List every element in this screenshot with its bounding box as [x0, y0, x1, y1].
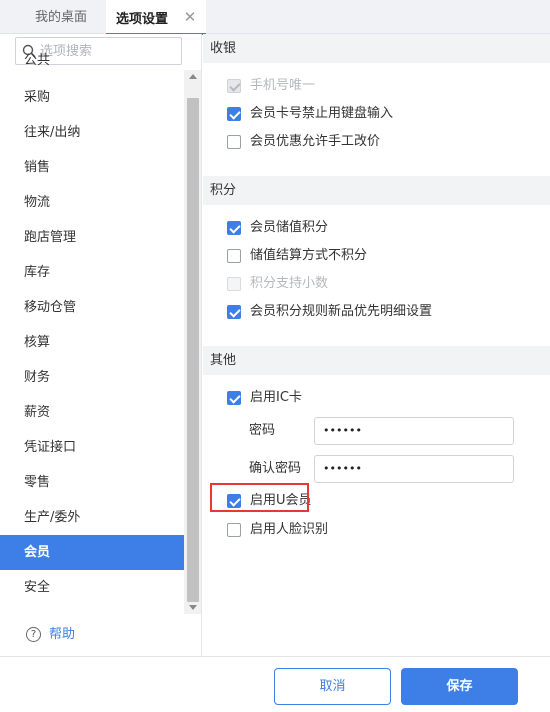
option-label: 储值结算方式不积分 [250, 248, 368, 263]
scrollbar-thumb[interactable] [187, 98, 199, 602]
option-label: 会员积分规则新品优先明细设置 [250, 304, 433, 319]
sidebar-item-payroll[interactable]: 薪资 [0, 395, 184, 430]
sidebar-item-production-outsourcing[interactable]: 生产/委外 [0, 500, 184, 535]
sidebar-item-purchase[interactable]: 采购 [0, 80, 184, 115]
sidebar: 公共 采购 往来/出纳 销售 物流 跑店管理 库存 移动仓管 核算 财务 薪资 … [0, 34, 202, 656]
checkbox[interactable] [227, 523, 241, 537]
sidebar-item-mobile-warehouse[interactable]: 移动仓管 [0, 290, 184, 325]
checkbox[interactable] [227, 305, 241, 319]
checkbox[interactable] [227, 221, 241, 235]
section-title-points: 积分 [203, 176, 550, 205]
sidebar-item-label: 销售 [24, 160, 51, 175]
tab-my-desktop[interactable]: 我的桌面 [35, 0, 87, 34]
sidebar-item-label: 跑店管理 [24, 230, 77, 245]
footer: 取消 保存 [0, 656, 550, 712]
sidebar-item-label: 凭证接口 [24, 440, 77, 455]
sidebar-item-security[interactable]: 安全 [0, 570, 184, 605]
option-label: 积分支持小数 [250, 276, 329, 291]
sidebar-item-label: 核算 [24, 335, 51, 350]
sidebar-item-accounts-cashier[interactable]: 往来/出纳 [0, 115, 184, 150]
checkbox[interactable] [227, 249, 241, 263]
sidebar-item-label: 财务 [24, 370, 51, 385]
sidebar-scrollbar[interactable] [184, 70, 201, 614]
checkbox[interactable] [227, 391, 241, 405]
sidebar-item-label: 公共 [24, 53, 51, 68]
cancel-button[interactable]: 取消 [274, 668, 391, 705]
option-label: 会员储值积分 [250, 220, 329, 235]
sidebar-item-label: 采购 [24, 90, 51, 105]
sidebar-item-label: 零售 [24, 475, 51, 490]
sidebar-item-inventory[interactable]: 库存 [0, 255, 184, 290]
sidebar-item-sales[interactable]: 销售 [0, 150, 184, 185]
option-label: 会员优惠允许手工改价 [250, 134, 381, 149]
sidebar-item-label: 往来/出纳 [24, 125, 81, 140]
sidebar-item-label: 移动仓管 [24, 300, 77, 315]
sidebar-item-label: 薪资 [24, 405, 51, 420]
sidebar-item-store-visit[interactable]: 跑店管理 [0, 220, 184, 255]
option-label: 会员卡号禁止用键盘输入 [250, 106, 394, 121]
close-icon[interactable]: ✕ [182, 9, 198, 25]
sidebar-nav: 公共 采购 往来/出纳 销售 物流 跑店管理 库存 移动仓管 核算 财务 薪资 … [0, 53, 184, 605]
checkbox [227, 79, 241, 93]
option-label: 启用人脸识别 [250, 522, 329, 537]
help-label: 帮助 [49, 627, 76, 642]
section-title-other: 其他 [203, 346, 550, 375]
sidebar-item-label: 库存 [24, 265, 51, 280]
highlight-box [210, 483, 309, 512]
section-title-cashier: 收银 [203, 34, 550, 63]
tab-options-settings-label: 选项设置 [116, 12, 169, 27]
question-icon: ? [26, 627, 41, 642]
sidebar-item-logistics[interactable]: 物流 [0, 185, 184, 220]
sidebar-item-label: 物流 [24, 195, 51, 210]
password-label: 密码 [249, 423, 276, 438]
checkbox [227, 277, 241, 291]
option-label: 手机号唯一 [250, 78, 316, 93]
sidebar-item-public[interactable]: 公共 [0, 52, 184, 80]
option-label: 启用IC卡 [250, 390, 302, 405]
tab-bar: 我的桌面 选项设置 ✕ [0, 0, 550, 35]
checkbox[interactable] [227, 135, 241, 149]
scroll-down-icon[interactable] [189, 605, 197, 610]
confirm-password-label: 确认密码 [249, 461, 302, 476]
sidebar-item-label: 安全 [24, 580, 51, 595]
settings-panel: 收银 手机号唯一 会员卡号禁止用键盘输入 会员优惠允许手工改价 积分 会员储值积… [203, 34, 550, 656]
password-field[interactable]: •••••• [314, 417, 514, 445]
sidebar-item-voucher-interface[interactable]: 凭证接口 [0, 430, 184, 465]
sidebar-item-retail[interactable]: 零售 [0, 465, 184, 500]
save-button[interactable]: 保存 [401, 668, 518, 705]
confirm-password-field[interactable]: •••••• [314, 455, 514, 483]
scroll-up-icon[interactable] [189, 74, 197, 79]
sidebar-item-finance[interactable]: 财务 [0, 360, 184, 395]
sidebar-item-label: 生产/委外 [24, 510, 81, 525]
sidebar-item-member[interactable]: 会员 [0, 535, 184, 570]
sidebar-item-accounting[interactable]: 核算 [0, 325, 184, 360]
checkbox[interactable] [227, 107, 241, 121]
sidebar-item-label: 会员 [24, 545, 51, 560]
